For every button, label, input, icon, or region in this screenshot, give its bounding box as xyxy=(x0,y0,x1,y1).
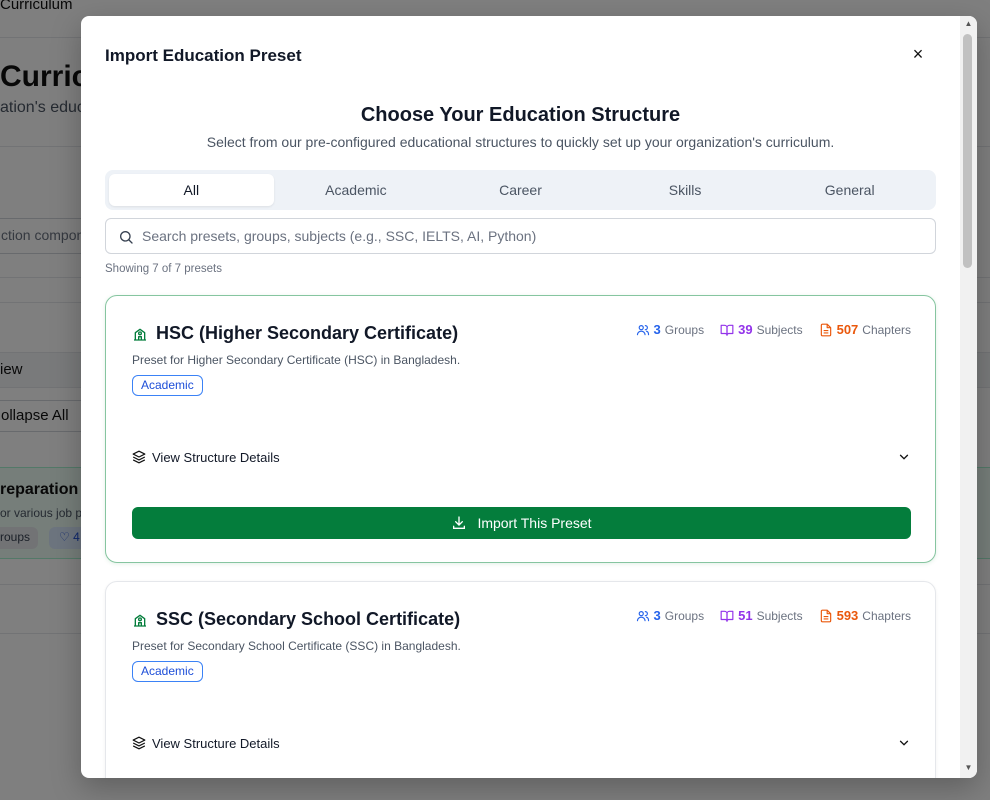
section-heading: Choose Your Education Structure xyxy=(360,104,681,126)
import-preset-button[interactable]: Import This Preset xyxy=(132,507,911,539)
file-text-icon xyxy=(820,609,831,622)
chapters-count: 507 xyxy=(836,322,859,337)
category-badge: Academic xyxy=(132,661,203,682)
chapters-label: Chapters xyxy=(862,322,911,337)
chapters-count: 593 xyxy=(836,608,859,623)
preset-title: HSC (Higher Secondary Certificate) xyxy=(156,323,459,343)
search-input[interactable] xyxy=(142,219,922,253)
layers-icon xyxy=(132,450,146,464)
preset-title: SSC (Secondary School Certificate) xyxy=(156,609,461,629)
scroll-thumb[interactable] xyxy=(963,34,972,268)
section-description: Select from our pre-configured education… xyxy=(206,134,835,150)
import-button-label: Import This Preset xyxy=(477,515,592,531)
preset-card: SSC (Secondary School Certificate) Prese… xyxy=(105,581,936,778)
groups-label: Groups xyxy=(664,322,705,337)
tab-academic[interactable]: Academic xyxy=(274,174,439,206)
modal-content: Choose Your Education Structure Select f… xyxy=(105,16,936,778)
category-badge: Academic xyxy=(132,375,203,396)
view-structure-details-toggle[interactable]: View Structure Details xyxy=(132,448,911,466)
download-icon xyxy=(453,516,466,529)
groups-stat: 3 Groups xyxy=(636,322,705,337)
chevron-down-icon[interactable] xyxy=(897,450,911,464)
subjects-count: 39 xyxy=(738,322,753,337)
preset-description: Preset for Higher Secondary Certificate … xyxy=(132,353,461,367)
tab-skills[interactable]: Skills xyxy=(603,174,768,206)
results-count: Showing 7 of 7 presets xyxy=(105,263,222,275)
preset-card: HSC (Higher Secondary Certificate) Prese… xyxy=(105,295,936,563)
view-structure-details-toggle[interactable]: View Structure Details xyxy=(132,734,911,752)
chapters-stat: 507 Chapters xyxy=(819,322,911,337)
scroll-up-icon[interactable]: ▲ xyxy=(960,18,977,30)
import-preset-modal: Import Education Preset × Choose Your Ed… xyxy=(81,16,977,778)
details-label: View Structure Details xyxy=(152,449,280,465)
scroll-down-icon[interactable]: ▼ xyxy=(960,762,977,774)
category-tabs: All Academic Career Skills General xyxy=(105,170,936,210)
school-icon xyxy=(134,328,146,341)
subjects-count: 51 xyxy=(738,608,753,623)
file-text-icon xyxy=(820,323,831,336)
preset-stats: 3 Groups 39 Subjects 507 Chapters xyxy=(636,322,911,337)
subjects-label: Subjects xyxy=(756,608,803,623)
subjects-label: Subjects xyxy=(756,322,803,337)
users-icon xyxy=(636,610,649,621)
groups-count: 3 xyxy=(653,608,661,623)
groups-stat: 3 Groups xyxy=(636,608,705,623)
tab-general[interactable]: General xyxy=(767,174,932,206)
search-box xyxy=(105,218,936,254)
chapters-label: Chapters xyxy=(862,608,911,623)
tab-all[interactable]: All xyxy=(109,174,274,206)
modal-scrollbar[interactable]: ▲ ▼ xyxy=(960,16,977,778)
groups-label: Groups xyxy=(664,608,705,623)
book-open-icon xyxy=(720,610,734,622)
users-icon xyxy=(636,324,649,335)
book-open-icon xyxy=(720,324,734,336)
subjects-stat: 51 Subjects xyxy=(720,608,803,623)
preset-stats: 3 Groups 51 Subjects 593 Chapters xyxy=(636,608,911,623)
preset-description: Preset for Secondary School Certificate … xyxy=(132,639,461,653)
layers-icon xyxy=(132,736,146,750)
tab-career[interactable]: Career xyxy=(438,174,603,206)
subjects-stat: 39 Subjects xyxy=(720,322,803,337)
chevron-down-icon[interactable] xyxy=(897,736,911,750)
search-icon xyxy=(120,231,133,244)
chapters-stat: 593 Chapters xyxy=(819,608,911,623)
school-icon xyxy=(134,614,146,627)
groups-count: 3 xyxy=(653,322,661,337)
details-label: View Structure Details xyxy=(152,735,280,751)
